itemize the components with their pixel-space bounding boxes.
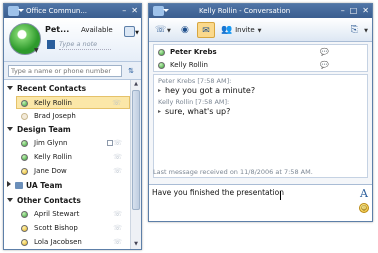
- message-header: Peter Krebs [7:58 AM]:: [158, 77, 232, 85]
- message-header: Kelly Rollin [7:58 AM]:: [158, 98, 230, 106]
- message-text: ▸ sure, what's up?: [158, 107, 231, 116]
- close-button[interactable]: ✕: [362, 4, 369, 18]
- text-caret: [280, 191, 281, 200]
- phone-icon[interactable]: ☏: [112, 97, 121, 110]
- presence-available-icon: [21, 100, 28, 107]
- options-dropdown-icon[interactable]: ▼: [135, 30, 139, 36]
- search-input[interactable]: [8, 65, 122, 77]
- minimize-button[interactable]: –: [341, 4, 345, 18]
- presence-away-icon: [21, 168, 28, 175]
- conversation-menu-icon[interactable]: [153, 6, 169, 16]
- last-message-status: Last message received on 11/8/2006 at 7:…: [153, 168, 313, 176]
- communicator-titlebar[interactable]: Office Commun... – ✕: [4, 4, 141, 18]
- maximize-button[interactable]: □: [350, 4, 358, 18]
- search-options-icon[interactable]: ⇅: [125, 65, 137, 77]
- emoticon-icon[interactable]: ☺: [359, 203, 369, 213]
- contact-card-icon[interactable]: [47, 40, 55, 49]
- bullet-icon: ▸: [158, 108, 162, 115]
- presence-away-icon: [21, 225, 28, 232]
- call-icon[interactable]: ☏: [155, 22, 166, 38]
- contact-list: Recent Contacts Kelly Rollin ☏ Brad Jose…: [4, 80, 130, 249]
- expand-icon[interactable]: [7, 86, 13, 90]
- message-transcript[interactable]: Peter Krebs [7:58 AM]: ▸ hey you got a mi…: [153, 74, 368, 178]
- invite-dropdown-icon[interactable]: ▼: [258, 28, 262, 34]
- close-button[interactable]: ✕: [131, 4, 138, 18]
- more-options-icon[interactable]: ▼: [364, 22, 368, 38]
- phone-icon[interactable]: ☏: [113, 208, 122, 221]
- group-other-contacts[interactable]: Other Contacts: [7, 196, 81, 205]
- group-design-team[interactable]: Design Team: [7, 125, 71, 134]
- expand-icon[interactable]: [7, 198, 13, 202]
- phone-icon[interactable]: ☏: [113, 137, 122, 150]
- my-info-panel: ▼ Pet... Available Type a note ▼: [4, 18, 141, 62]
- invite-button[interactable]: 👥 Invite ▼: [221, 22, 261, 38]
- presence-available-icon: [21, 154, 28, 161]
- conversation-window: Kelly Rollin - Conversation – □ ✕ ☏ ▼ ◉ …: [148, 3, 373, 222]
- speech-bubble-icon: 💬: [320, 48, 329, 56]
- presence-available-icon: [21, 140, 28, 147]
- presence-available-icon: [21, 211, 28, 218]
- collapse-icon[interactable]: [7, 181, 11, 187]
- minimize-button[interactable]: –: [122, 4, 126, 18]
- scroll-thumb[interactable]: [132, 90, 140, 210]
- conversation-titlebar[interactable]: Kelly Rollin - Conversation – □ ✕: [149, 4, 372, 18]
- contact-lola-jacobsen[interactable]: Lola Jacobsen ☏: [17, 236, 130, 249]
- video-icon[interactable]: ◉: [181, 22, 189, 38]
- participant-kelly-rollin[interactable]: Kelly Rollin 💬: [154, 59, 367, 72]
- participant-peter-krebs[interactable]: Peter Krebs 💬: [154, 46, 367, 59]
- contact-kelly-rollin[interactable]: Kelly Rollin ☏: [16, 96, 130, 109]
- speech-bubble-icon: 💬: [320, 61, 329, 69]
- phone-icon[interactable]: ☏: [113, 165, 122, 178]
- search-bar: ⇅: [4, 62, 141, 80]
- presence-dropdown-icon[interactable]: ▼: [34, 47, 39, 54]
- scroll-down-arrow[interactable]: ▼: [131, 240, 141, 249]
- conversation-toolbar: ☏ ▼ ◉ ✉ 👥 Invite ▼ ⎘ ▼: [149, 18, 372, 42]
- personal-note-field[interactable]: Type a note: [59, 40, 111, 50]
- bullet-icon: ▸: [158, 87, 162, 94]
- group-recent-contacts[interactable]: Recent Contacts: [7, 84, 86, 93]
- presence-available-icon: [158, 49, 165, 56]
- phone-icon[interactable]: ☏: [113, 236, 122, 249]
- people-icon: 👥: [221, 25, 233, 35]
- group-ua-team[interactable]: UA Team: [7, 181, 62, 190]
- presence-available-icon: [158, 62, 165, 69]
- contact-kelly-rollin[interactable]: Kelly Rollin ☏: [17, 151, 130, 164]
- communicator-window: Office Commun... – ✕ ▼ Pet... Available …: [3, 3, 142, 250]
- presence-away-icon: [21, 239, 28, 246]
- contact-april-stewart[interactable]: April Stewart ☏: [17, 208, 130, 221]
- instant-message-icon[interactable]: ✉: [197, 22, 215, 38]
- contact-jim-glynn[interactable]: Jim Glynn ☏: [17, 137, 130, 150]
- group-icon: [15, 182, 23, 189]
- my-name: Pet...: [45, 25, 70, 34]
- message-text: ▸ hey you got a minute?: [158, 86, 256, 95]
- my-status[interactable]: Available: [81, 26, 113, 34]
- compose-area: Have you finished the presentation A ☺: [149, 184, 372, 221]
- presence-offline-icon: [21, 113, 28, 120]
- contact-list-scrollbar[interactable]: ▲ ▼: [130, 80, 141, 249]
- scroll-up-arrow[interactable]: ▲: [131, 80, 141, 89]
- contact-brad-joseph[interactable]: Brad Joseph: [17, 110, 130, 123]
- font-icon[interactable]: A: [360, 187, 368, 200]
- phone-icon[interactable]: ☏: [113, 222, 122, 235]
- conversation-title: Kelly Rollin - Conversation: [199, 7, 291, 15]
- call-dropdown-icon[interactable]: ▼: [167, 22, 171, 38]
- app-menu-icon[interactable]: [8, 6, 24, 16]
- contact-card-icon[interactable]: [107, 140, 113, 146]
- phone-icon[interactable]: ☏: [113, 151, 122, 164]
- contact-jane-dow[interactable]: Jane Dow ☏: [17, 165, 130, 178]
- expand-icon[interactable]: [7, 127, 13, 131]
- message-input[interactable]: Have you finished the presentation: [152, 188, 352, 218]
- contact-scott-bishop[interactable]: Scott Bishop ☏: [17, 222, 130, 235]
- window-title: Office Commun...: [26, 7, 88, 15]
- share-icon[interactable]: ⎘: [351, 22, 358, 38]
- options-icon[interactable]: [124, 26, 135, 37]
- participant-list: Peter Krebs 💬 Kelly Rollin 💬: [153, 44, 368, 72]
